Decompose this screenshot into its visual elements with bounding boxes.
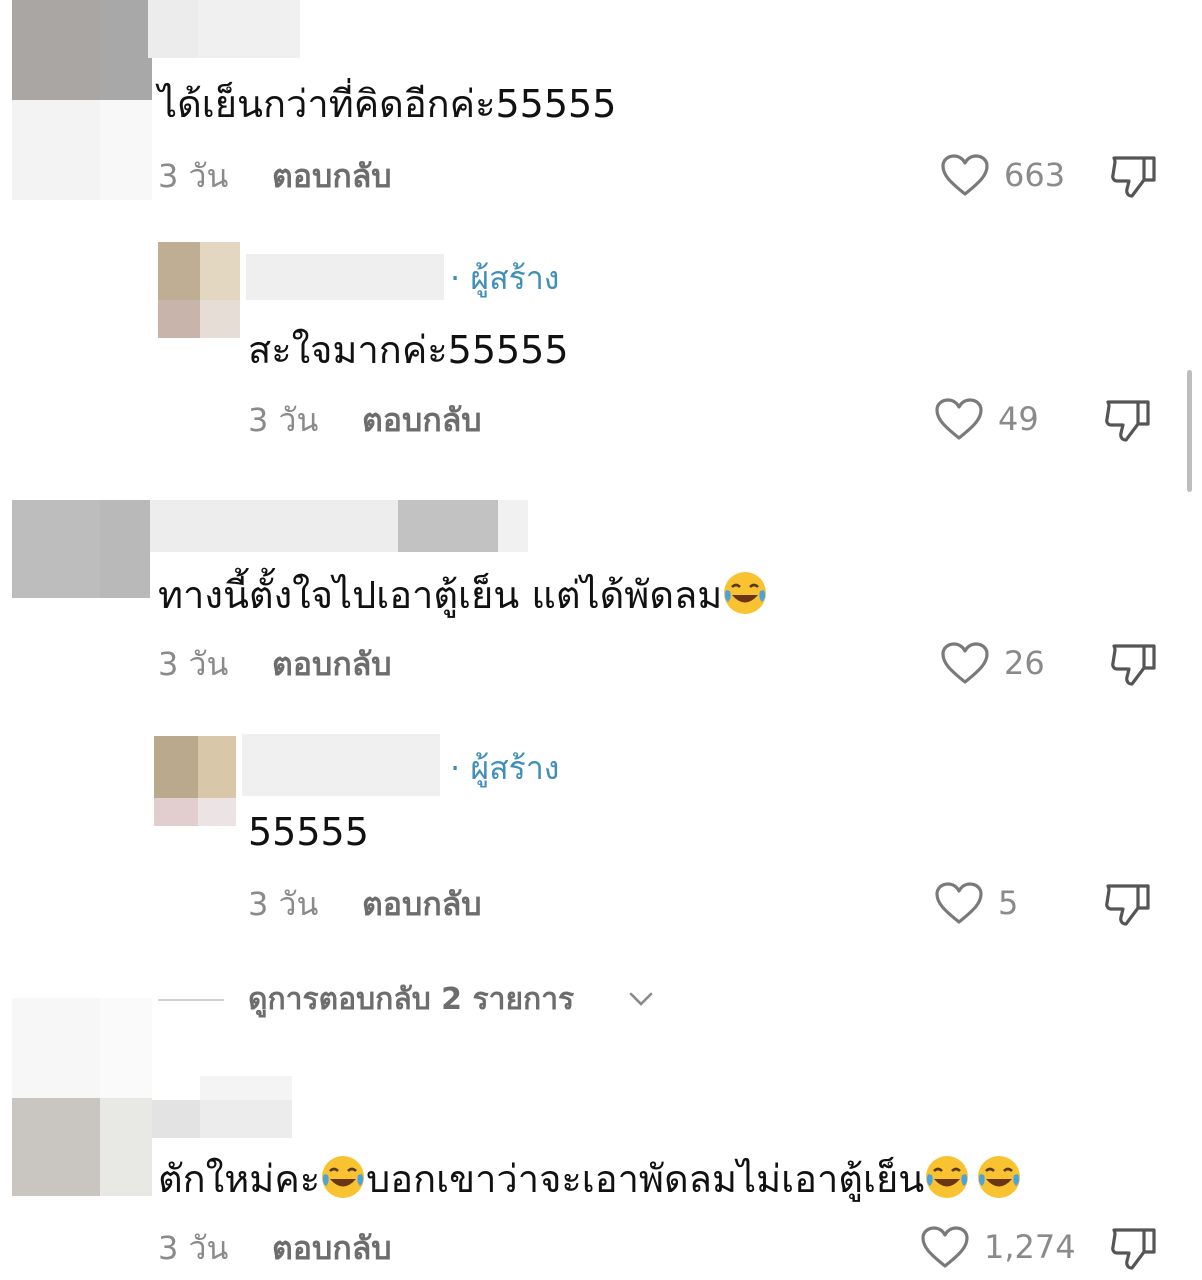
- like-count-4: 5: [998, 884, 1019, 922]
- username-blur-1[interactable]: [148, 0, 300, 58]
- thumbs-down-icon[interactable]: [1102, 880, 1154, 928]
- reply-button-5[interactable]: ตอบกลับ: [272, 1228, 392, 1268]
- like-button-5[interactable]: 1,274: [920, 1224, 1090, 1270]
- avatar-2[interactable]: [12, 500, 150, 598]
- face-with-tears-of-joy-icon: [924, 1154, 970, 1200]
- creator-tag-2: · ผู้สร้าง: [450, 749, 560, 787]
- like-count-1: 663: [1004, 156, 1066, 194]
- like-count-3: 26: [1004, 644, 1045, 682]
- heart-icon: [934, 882, 984, 926]
- like-button-4[interactable]: 5: [934, 880, 1084, 926]
- username-blur-2[interactable]: [150, 500, 528, 552]
- creator-tag-1: · ผู้สร้าง: [450, 259, 560, 297]
- reply-button-2[interactable]: ตอบกลับ: [362, 400, 482, 440]
- username-blur-creator-1[interactable]: [246, 254, 444, 300]
- scrollbar[interactable]: [1187, 370, 1192, 492]
- view-replies-button[interactable]: ดูการตอบกลับ 2 รายการ: [158, 978, 678, 1024]
- thumbs-down-icon[interactable]: [1102, 396, 1154, 444]
- comment-text-2: สะใจมากค่ะ55555: [248, 328, 569, 372]
- comment-text-3-body: ทางนี้ตั้งใจไปเอาตู้เย็น แต่ได้พัดลม: [158, 573, 723, 617]
- timestamp-2: 3 วัน: [248, 401, 319, 439]
- heart-icon: [940, 154, 990, 198]
- chevron-down-icon: [628, 990, 654, 1008]
- avatar-1[interactable]: [12, 0, 152, 200]
- reply-button-3[interactable]: ตอบกลับ: [272, 644, 392, 684]
- comment-text-5b: บอกเขาว่าจะเอาพัดลมไม่เอาตู้เย็น: [366, 1157, 925, 1201]
- comment-text-5: ตักใหม่คะ บอกเขาว่าจะเอาพัดลมไม่เอาตู้เย…: [158, 1154, 1022, 1203]
- like-button-3[interactable]: 26: [940, 640, 1090, 686]
- thumbs-down-icon[interactable]: [1108, 152, 1160, 200]
- like-button-2[interactable]: 49: [934, 396, 1084, 442]
- timestamp-5: 3 วัน: [158, 1229, 229, 1267]
- like-count-5: 1,274: [984, 1228, 1076, 1266]
- avatar-creator-2[interactable]: [154, 736, 236, 826]
- divider-line: [158, 999, 224, 1001]
- username-blur-3[interactable]: [152, 1076, 292, 1138]
- face-with-tears-of-joy-icon: [320, 1154, 366, 1200]
- like-button-1[interactable]: 663: [940, 152, 1090, 198]
- comment-text-1: ได้เย็นกว่าที่คิดอีกค่ะ55555: [158, 82, 617, 126]
- like-count-2: 49: [998, 400, 1039, 438]
- reply-button-4[interactable]: ตอบกลับ: [362, 884, 482, 924]
- avatar-3[interactable]: [12, 998, 152, 1196]
- username-blur-creator-2[interactable]: [242, 734, 440, 796]
- timestamp-3: 3 วัน: [158, 645, 229, 683]
- comment-text-4: 55555: [248, 810, 369, 854]
- avatar-creator-1[interactable]: [158, 242, 240, 338]
- timestamp-4: 3 วัน: [248, 885, 319, 923]
- timestamp-1: 3 วัน: [158, 157, 229, 195]
- thumbs-down-icon[interactable]: [1108, 640, 1160, 688]
- face-with-tears-of-joy-icon: [722, 570, 768, 616]
- view-replies-label: ดูการตอบกลับ 2 รายการ: [248, 982, 575, 1017]
- reply-button-1[interactable]: ตอบกลับ: [272, 156, 392, 196]
- thumbs-down-icon[interactable]: [1108, 1224, 1160, 1272]
- heart-icon: [940, 642, 990, 686]
- comment-text-5a: ตักใหม่คะ: [158, 1157, 321, 1201]
- face-with-tears-of-joy-icon: [976, 1154, 1022, 1200]
- heart-icon: [920, 1226, 970, 1270]
- heart-icon: [934, 398, 984, 442]
- comment-text-3: ทางนี้ตั้งใจไปเอาตู้เย็น แต่ได้พัดลม: [158, 570, 768, 619]
